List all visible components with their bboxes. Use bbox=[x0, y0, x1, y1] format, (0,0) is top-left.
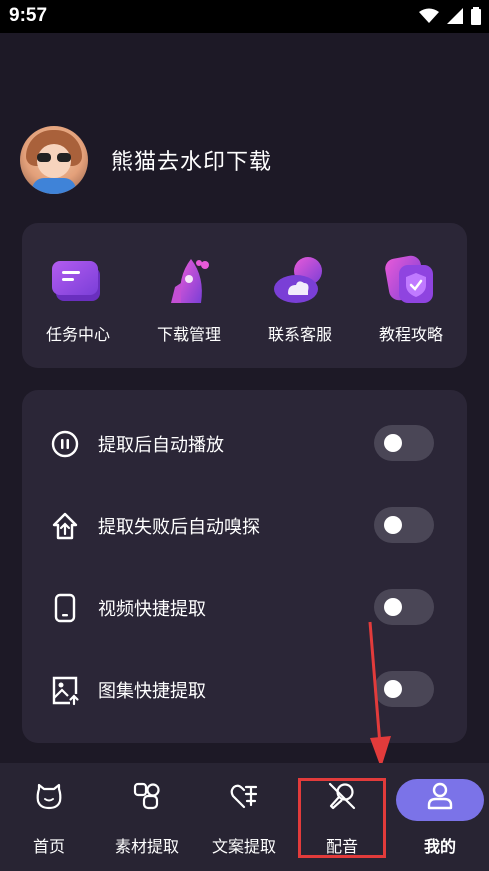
annotation-arrow bbox=[368, 621, 391, 768]
profile-header[interactable]: 熊猫去水印下载 bbox=[20, 126, 272, 194]
setting-row-gallery-quick: 图集快捷提取 bbox=[22, 660, 467, 720]
wifi-icon bbox=[419, 8, 439, 23]
image-upload-icon bbox=[52, 676, 79, 706]
setting-label: 提取后自动播放 bbox=[98, 435, 224, 456]
quick-label: 联系客服 bbox=[267, 325, 332, 344]
bottom-nav: 首页 素材提取 文案提取 配音 我的 bbox=[0, 763, 489, 871]
setting-row-video-quick: 视频快捷提取 bbox=[22, 578, 467, 638]
user-icon bbox=[427, 782, 453, 810]
folder-icon bbox=[50, 253, 106, 309]
upload-house-icon bbox=[52, 512, 78, 540]
setting-label: 提取失败后自动嗅探 bbox=[98, 517, 260, 538]
nav-mine[interactable]: 我的 bbox=[392, 781, 488, 857]
phone-icon bbox=[54, 593, 76, 623]
nav-material-extract[interactable]: 素材提取 bbox=[99, 781, 195, 857]
nav-home[interactable]: 首页 bbox=[1, 781, 97, 857]
shield-check-icon bbox=[383, 253, 439, 309]
quick-label: 教程攻略 bbox=[378, 325, 443, 344]
profile-name: 熊猫去水印下载 bbox=[111, 150, 273, 175]
settings-card: 提取后自动播放 提取失败后自动嗅探 视频快捷提取 图集快捷提取 bbox=[22, 390, 467, 743]
quick-item-download-manager[interactable]: 下载管理 bbox=[139, 253, 239, 345]
nav-label: 文案提取 bbox=[211, 837, 276, 856]
setting-label: 视频快捷提取 bbox=[98, 599, 206, 620]
status-bar: 9:57 bbox=[0, 0, 489, 33]
nav-label: 首页 bbox=[32, 837, 65, 856]
toggle-knob bbox=[384, 516, 402, 534]
toggle-knob bbox=[384, 434, 402, 452]
setting-row-auto-sniff: 提取失败后自动嗅探 bbox=[22, 496, 467, 556]
rocket-icon bbox=[161, 253, 217, 309]
quick-label: 下载管理 bbox=[156, 325, 221, 344]
quick-item-task-center[interactable]: 任务中心 bbox=[28, 253, 128, 345]
cellular-icon bbox=[447, 8, 463, 24]
shapes-icon bbox=[133, 782, 160, 810]
quick-label: 任务中心 bbox=[45, 325, 110, 344]
avatar[interactable] bbox=[20, 126, 88, 194]
auto-sniff-toggle[interactable] bbox=[374, 507, 434, 543]
annotation-highlight-box bbox=[298, 778, 386, 858]
nav-label: 素材提取 bbox=[114, 837, 179, 856]
pause-circle-icon bbox=[51, 430, 79, 458]
quick-item-customer-service[interactable]: 联系客服 bbox=[250, 253, 350, 345]
status-icons bbox=[419, 7, 481, 25]
cloud-icon bbox=[272, 253, 328, 309]
status-time: 9:57 bbox=[9, 5, 48, 26]
nav-label: 我的 bbox=[423, 837, 456, 856]
auto-play-toggle[interactable] bbox=[374, 425, 434, 461]
setting-label: 图集快捷提取 bbox=[98, 681, 206, 702]
battery-icon bbox=[471, 7, 481, 25]
quick-item-tutorial[interactable]: 教程攻略 bbox=[361, 253, 461, 345]
text-extract-icon bbox=[230, 784, 258, 809]
home-cat-icon bbox=[36, 783, 62, 810]
quick-actions-card: 任务中心 下载管理 联系客服 教程攻略 bbox=[22, 223, 467, 368]
nav-text-extract[interactable]: 文案提取 bbox=[196, 781, 292, 857]
toggle-knob bbox=[384, 598, 402, 616]
setting-row-auto-play: 提取后自动播放 bbox=[22, 414, 467, 474]
